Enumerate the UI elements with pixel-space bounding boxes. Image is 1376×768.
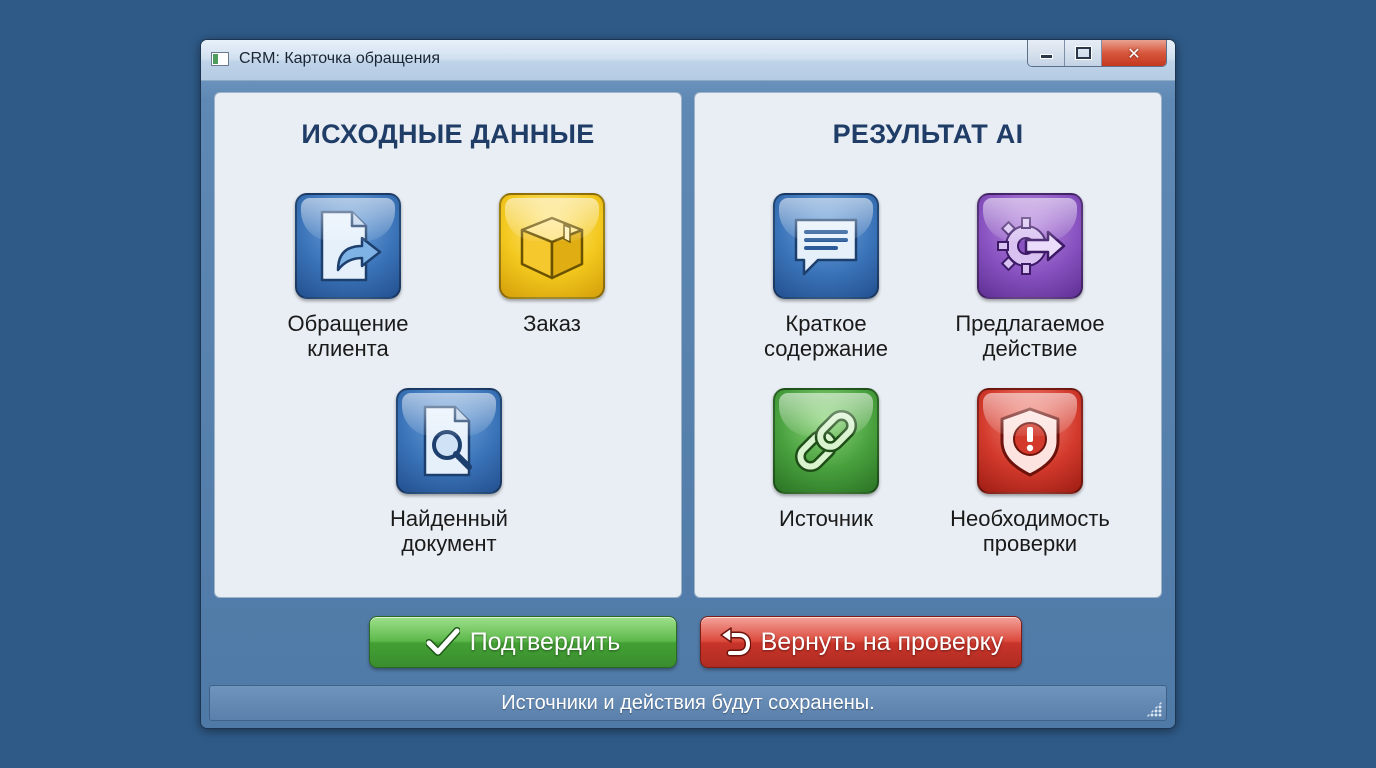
review-needed-item[interactable]: Необходимость проверки [940, 388, 1120, 556]
window-title: CRM: Карточка обращения [239, 50, 440, 67]
checkmark-icon [425, 627, 460, 657]
title-bar[interactable]: CRM: Карточка обращения ✕ [201, 40, 1175, 81]
speech-bubble-icon [773, 193, 879, 299]
minimize-icon [1039, 53, 1053, 59]
maximize-icon [1075, 47, 1091, 59]
confirm-button[interactable]: Подтвердить [369, 616, 677, 668]
gear-arrow-icon [977, 193, 1083, 299]
maximize-button[interactable] [1065, 40, 1102, 66]
chain-link-icon [773, 388, 879, 494]
close-icon: ✕ [1127, 43, 1141, 63]
warning-shield-icon [977, 388, 1083, 494]
minimize-button[interactable] [1028, 40, 1065, 66]
app-icon [211, 52, 229, 66]
status-bar: Источники и действия будут сохранены. [209, 685, 1167, 721]
undo-arrow-icon [719, 627, 751, 657]
window-controls: ✕ [1027, 40, 1167, 67]
source-label: Источник [779, 506, 873, 531]
confirm-label: Подтвердить [469, 627, 621, 656]
order-label: Заказ [523, 311, 581, 336]
source-data-title: ИСХОДНЫЕ ДАННЫЕ [301, 119, 595, 149]
found-document-item[interactable]: Найденный документ [359, 388, 539, 556]
review-needed-label: Необходимость проверки [950, 506, 1110, 556]
summary-item[interactable]: Краткое содержание [736, 193, 916, 361]
ai-result-panel: РЕЗУЛЬТАТ AI Краткое содержание Предлага… [694, 92, 1162, 598]
found-document-label: Найденный документ [390, 506, 508, 556]
status-text: Источники и действия будут сохранены. [501, 692, 875, 714]
suggested-action-label: Предлагаемое действие [955, 311, 1105, 361]
suggested-action-item[interactable]: Предлагаемое действие [940, 193, 1120, 361]
order-item[interactable]: Заказ [462, 193, 642, 336]
document-forward-icon [295, 193, 401, 299]
resize-grip-icon[interactable] [1146, 701, 1162, 717]
document-search-icon [396, 388, 502, 494]
crm-window: CRM: Карточка обращения ✕ ИСХОДНЫЕ ДАННЫ… [200, 39, 1176, 729]
summary-label: Краткое содержание [764, 311, 888, 361]
return-for-review-label: Вернуть на проверку [760, 627, 1004, 656]
return-for-review-button[interactable]: Вернуть на проверку [700, 616, 1022, 668]
ai-result-title: РЕЗУЛЬТАТ AI [832, 119, 1024, 149]
close-button[interactable]: ✕ [1102, 40, 1166, 66]
source-item[interactable]: Источник [736, 388, 916, 531]
package-box-icon [499, 193, 605, 299]
source-data-panel: ИСХОДНЫЕ ДАННЫЕ Обращение клиента Заказ … [214, 92, 682, 598]
customer-request-label: Обращение клиента [287, 311, 409, 361]
customer-request-item[interactable]: Обращение клиента [258, 193, 438, 361]
